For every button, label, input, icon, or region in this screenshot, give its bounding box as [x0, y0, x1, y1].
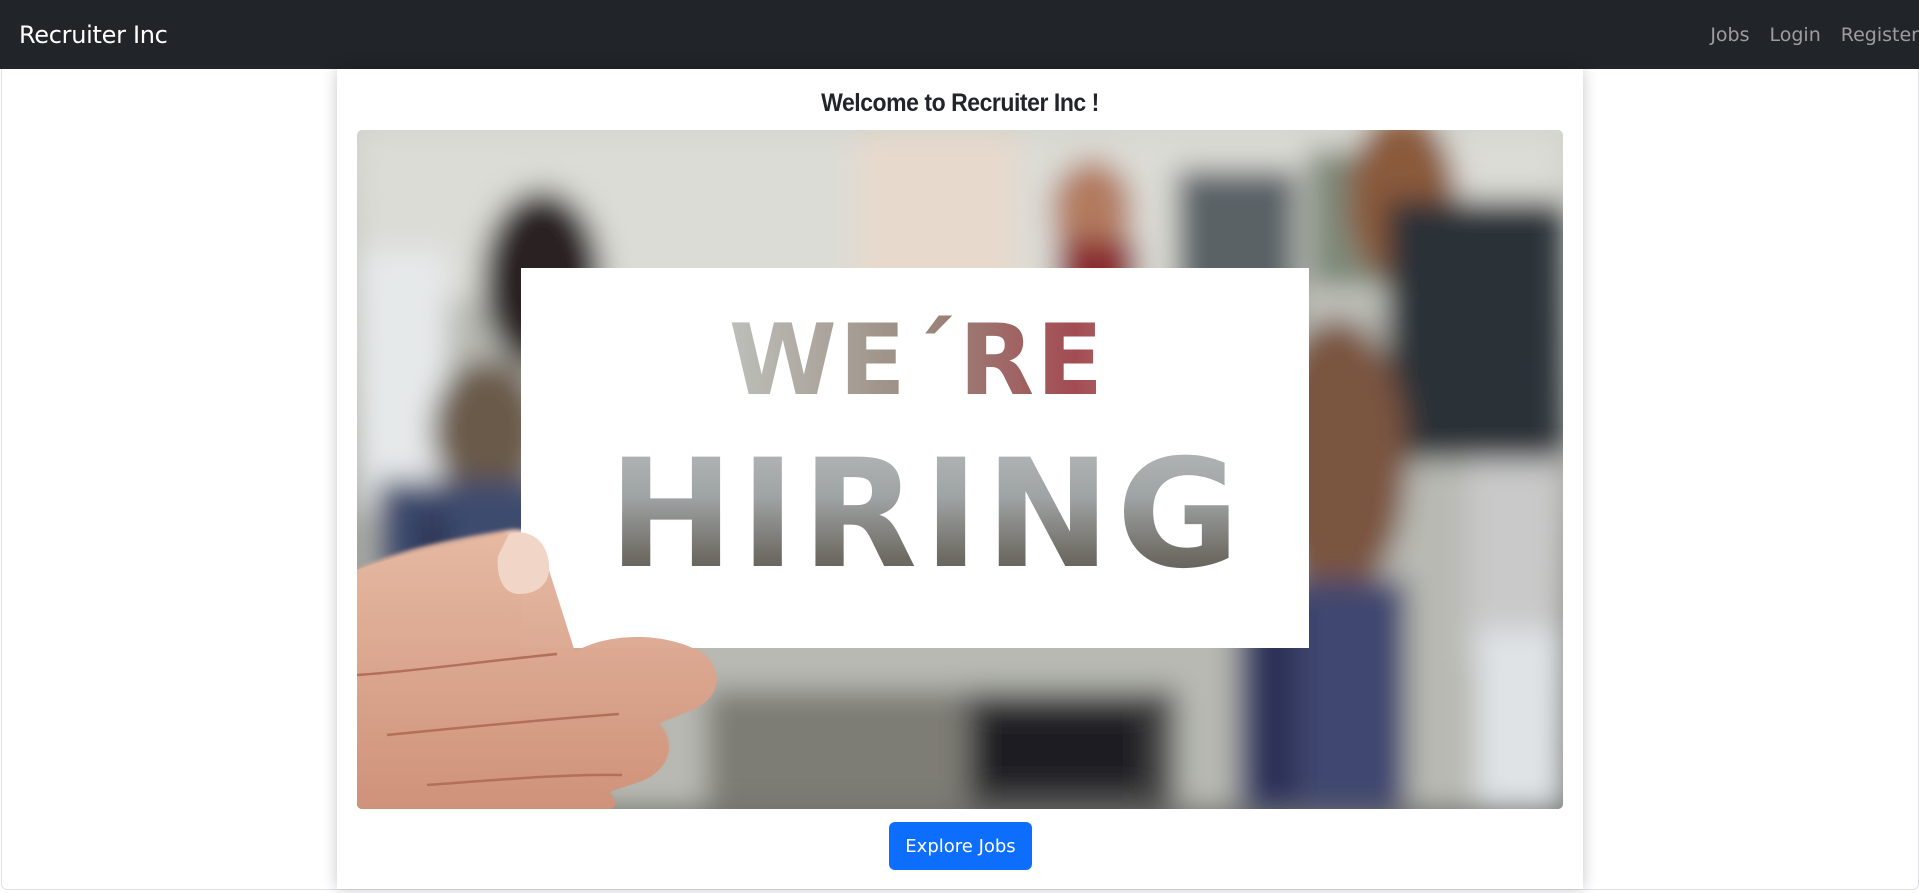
sign-text-hiring: HIRING — [533, 428, 1321, 602]
hero-image: WE´RE HIRING — [357, 130, 1563, 809]
hiring-sign: WE´RE HIRING — [521, 268, 1309, 648]
nav-link-login[interactable]: Login — [1760, 24, 1831, 46]
nav-link-register[interactable]: Register — [1831, 24, 1919, 46]
top-navbar: Recruiter Inc Jobs Login Register — [0, 0, 1919, 69]
nav-link-jobs[interactable]: Jobs — [1700, 24, 1759, 46]
brand-link[interactable]: Recruiter Inc — [19, 21, 168, 49]
sign-text-were: WE´RE — [523, 304, 1311, 418]
page-title: Welcome to Recruiter Inc ! — [821, 89, 1099, 117]
nav-links: Jobs Login Register — [1700, 24, 1919, 46]
explore-jobs-button[interactable]: Explore Jobs — [889, 822, 1032, 870]
welcome-card: Welcome to Recruiter Inc ! WE´RE HIRING … — [337, 69, 1583, 889]
